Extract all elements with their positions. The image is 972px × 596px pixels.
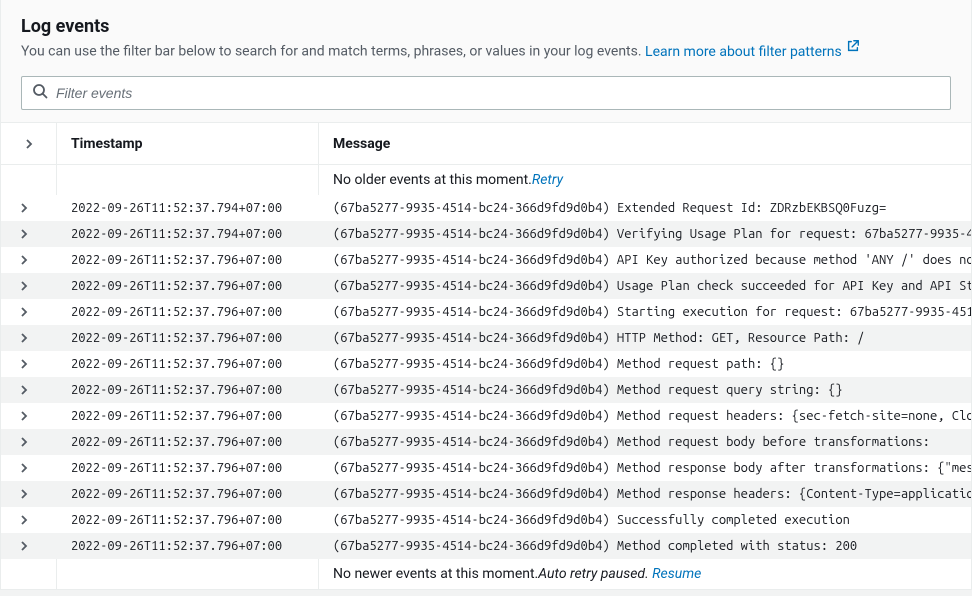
no-newer-events-row: No newer events at this moment. Auto ret… — [1, 559, 971, 589]
table-row: 2022-09-26T11:52:37.796+07:00(67ba5277-9… — [1, 455, 971, 481]
resume-link[interactable]: Resume — [652, 566, 701, 582]
timestamp-cell: 2022-09-26T11:52:37.796+07:00 — [57, 377, 319, 402]
expand-row-toggle[interactable] — [1, 325, 57, 350]
message-cell: (67ba5277-9935-4514-bc24-366d9fd9d0b4) M… — [319, 403, 971, 428]
timestamp-cell: 2022-09-26T11:52:37.796+07:00 — [57, 481, 319, 506]
message-cell: (67ba5277-9935-4514-bc24-366d9fd9d0b4) M… — [319, 455, 971, 480]
table-row: 2022-09-26T11:52:37.794+07:00(67ba5277-9… — [1, 221, 971, 247]
table-row: 2022-09-26T11:52:37.796+07:00(67ba5277-9… — [1, 429, 971, 455]
expand-row-toggle[interactable] — [1, 507, 57, 532]
chevron-right-icon — [19, 229, 29, 239]
table-row: 2022-09-26T11:52:37.796+07:00(67ba5277-9… — [1, 325, 971, 351]
table-header: Timestamp Message — [1, 123, 971, 165]
search-box[interactable] — [21, 76, 951, 110]
chevron-right-icon — [19, 359, 29, 369]
timestamp-cell: 2022-09-26T11:52:37.796+07:00 — [57, 429, 319, 454]
expand-row-toggle[interactable] — [1, 429, 57, 454]
expand-row-toggle[interactable] — [1, 403, 57, 428]
expand-row-toggle[interactable] — [1, 273, 57, 298]
expand-row-toggle[interactable] — [1, 299, 57, 324]
subtitle-text: You can use the filter bar below to sear… — [21, 44, 645, 60]
expand-row-toggle[interactable] — [1, 377, 57, 402]
expand-row-toggle[interactable] — [1, 455, 57, 480]
timestamp-cell: 2022-09-26T11:52:37.796+07:00 — [57, 273, 319, 298]
table-row: 2022-09-26T11:52:37.796+07:00(67ba5277-9… — [1, 533, 971, 559]
chevron-right-icon — [19, 385, 29, 395]
chevron-right-icon — [19, 489, 29, 499]
log-table: Timestamp Message No older events at thi… — [1, 123, 971, 589]
timestamp-cell: 2022-09-26T11:52:37.796+07:00 — [57, 247, 319, 272]
message-cell: (67ba5277-9935-4514-bc24-366d9fd9d0b4) A… — [319, 247, 971, 272]
timestamp-cell: 2022-09-26T11:52:37.796+07:00 — [57, 351, 319, 376]
message-cell: (67ba5277-9935-4514-bc24-366d9fd9d0b4) M… — [319, 377, 971, 402]
timestamp-cell: 2022-09-26T11:52:37.794+07:00 — [57, 221, 319, 246]
chevron-right-icon — [19, 541, 29, 551]
search-wrapper — [21, 76, 951, 110]
expand-row-toggle[interactable] — [1, 533, 57, 558]
timestamp-cell: 2022-09-26T11:52:37.796+07:00 — [57, 507, 319, 532]
external-link-icon — [846, 39, 860, 60]
expand-row-toggle[interactable] — [1, 247, 57, 272]
expand-row-toggle[interactable] — [1, 481, 57, 506]
message-cell: (67ba5277-9935-4514-bc24-366d9fd9d0b4) S… — [319, 299, 971, 324]
chevron-right-icon — [19, 203, 29, 213]
message-cell: (67ba5277-9935-4514-bc24-366d9fd9d0b4) M… — [319, 429, 971, 454]
table-row: 2022-09-26T11:52:37.796+07:00(67ba5277-9… — [1, 299, 971, 325]
chevron-right-icon — [19, 437, 29, 447]
chevron-right-icon — [19, 333, 29, 343]
expand-all-toggle[interactable] — [1, 123, 57, 164]
header-section: Log events You can use the filter bar be… — [1, 0, 971, 123]
page-subtitle: You can use the filter bar below to sear… — [21, 39, 951, 62]
table-row: 2022-09-26T11:52:37.796+07:00(67ba5277-9… — [1, 247, 971, 273]
timestamp-cell: 2022-09-26T11:52:37.796+07:00 — [57, 403, 319, 428]
expand-row-toggle[interactable] — [1, 351, 57, 376]
chevron-right-icon — [19, 463, 29, 473]
message-cell: (67ba5277-9935-4514-bc24-366d9fd9d0b4) M… — [319, 481, 971, 506]
auto-retry-paused-text: Auto retry paused. — [538, 566, 648, 582]
message-cell: (67ba5277-9935-4514-bc24-366d9fd9d0b4) M… — [319, 351, 971, 376]
message-cell: (67ba5277-9935-4514-bc24-366d9fd9d0b4) H… — [319, 325, 971, 350]
message-cell: (67ba5277-9935-4514-bc24-366d9fd9d0b4) E… — [319, 195, 971, 220]
timestamp-cell: 2022-09-26T11:52:37.796+07:00 — [57, 325, 319, 350]
no-older-events-row: No older events at this moment. Retry — [1, 165, 971, 195]
table-row: 2022-09-26T11:52:37.796+07:00(67ba5277-9… — [1, 377, 971, 403]
table-row: 2022-09-26T11:52:37.796+07:00(67ba5277-9… — [1, 273, 971, 299]
table-row: 2022-09-26T11:52:37.796+07:00(67ba5277-9… — [1, 481, 971, 507]
search-input[interactable] — [56, 85, 940, 101]
retry-link[interactable]: Retry — [532, 172, 563, 188]
table-row: 2022-09-26T11:52:37.796+07:00(67ba5277-9… — [1, 507, 971, 533]
timestamp-cell: 2022-09-26T11:52:37.796+07:00 — [57, 299, 319, 324]
table-row: 2022-09-26T11:52:37.796+07:00(67ba5277-9… — [1, 403, 971, 429]
chevron-right-icon — [24, 139, 34, 149]
search-icon — [32, 83, 48, 103]
chevron-right-icon — [19, 281, 29, 291]
message-cell: (67ba5277-9935-4514-bc24-366d9fd9d0b4) V… — [319, 221, 971, 246]
chevron-right-icon — [19, 411, 29, 421]
timestamp-cell: 2022-09-26T11:52:37.794+07:00 — [57, 195, 319, 220]
expand-row-toggle[interactable] — [1, 195, 57, 220]
table-row: 2022-09-26T11:52:37.794+07:00(67ba5277-9… — [1, 195, 971, 221]
timestamp-cell: 2022-09-26T11:52:37.796+07:00 — [57, 455, 319, 480]
table-row: 2022-09-26T11:52:37.796+07:00(67ba5277-9… — [1, 351, 971, 377]
header-message[interactable]: Message — [319, 123, 971, 164]
message-cell: (67ba5277-9935-4514-bc24-366d9fd9d0b4) S… — [319, 507, 971, 532]
chevron-right-icon — [19, 255, 29, 265]
header-timestamp[interactable]: Timestamp — [57, 123, 319, 164]
chevron-right-icon — [19, 307, 29, 317]
no-newer-text: No newer events at this moment. — [333, 566, 538, 582]
learn-more-link[interactable]: Learn more about filter patterns — [645, 44, 860, 60]
expand-row-toggle[interactable] — [1, 221, 57, 246]
page-title: Log events — [21, 16, 951, 37]
chevron-right-icon — [19, 515, 29, 525]
no-older-text: No older events at this moment. — [333, 172, 532, 188]
message-cell: (67ba5277-9935-4514-bc24-366d9fd9d0b4) U… — [319, 273, 971, 298]
message-cell: (67ba5277-9935-4514-bc24-366d9fd9d0b4) M… — [319, 533, 971, 558]
timestamp-cell: 2022-09-26T11:52:37.796+07:00 — [57, 533, 319, 558]
